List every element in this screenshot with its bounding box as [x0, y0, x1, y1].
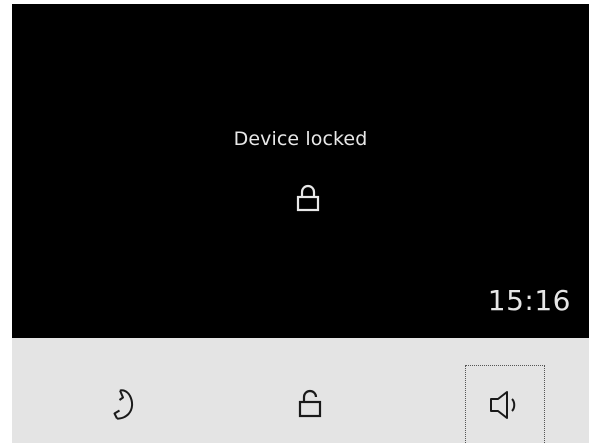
speaker-softkey-button[interactable]	[465, 365, 545, 443]
call-softkey-button[interactable]	[84, 365, 164, 443]
device-frame: Device locked 15:16	[0, 0, 603, 443]
softkey-bar	[12, 338, 589, 443]
speaker-icon	[490, 390, 516, 419]
phone-handset-icon	[113, 389, 134, 420]
clock-time: 15:16	[487, 284, 571, 317]
device-locked-label: Device locked	[233, 128, 368, 150]
lock-icon	[296, 184, 320, 212]
unlock-softkey-button[interactable]	[270, 365, 350, 443]
unlock-icon	[298, 389, 322, 418]
lock-screen: Device locked 15:16	[12, 4, 589, 338]
